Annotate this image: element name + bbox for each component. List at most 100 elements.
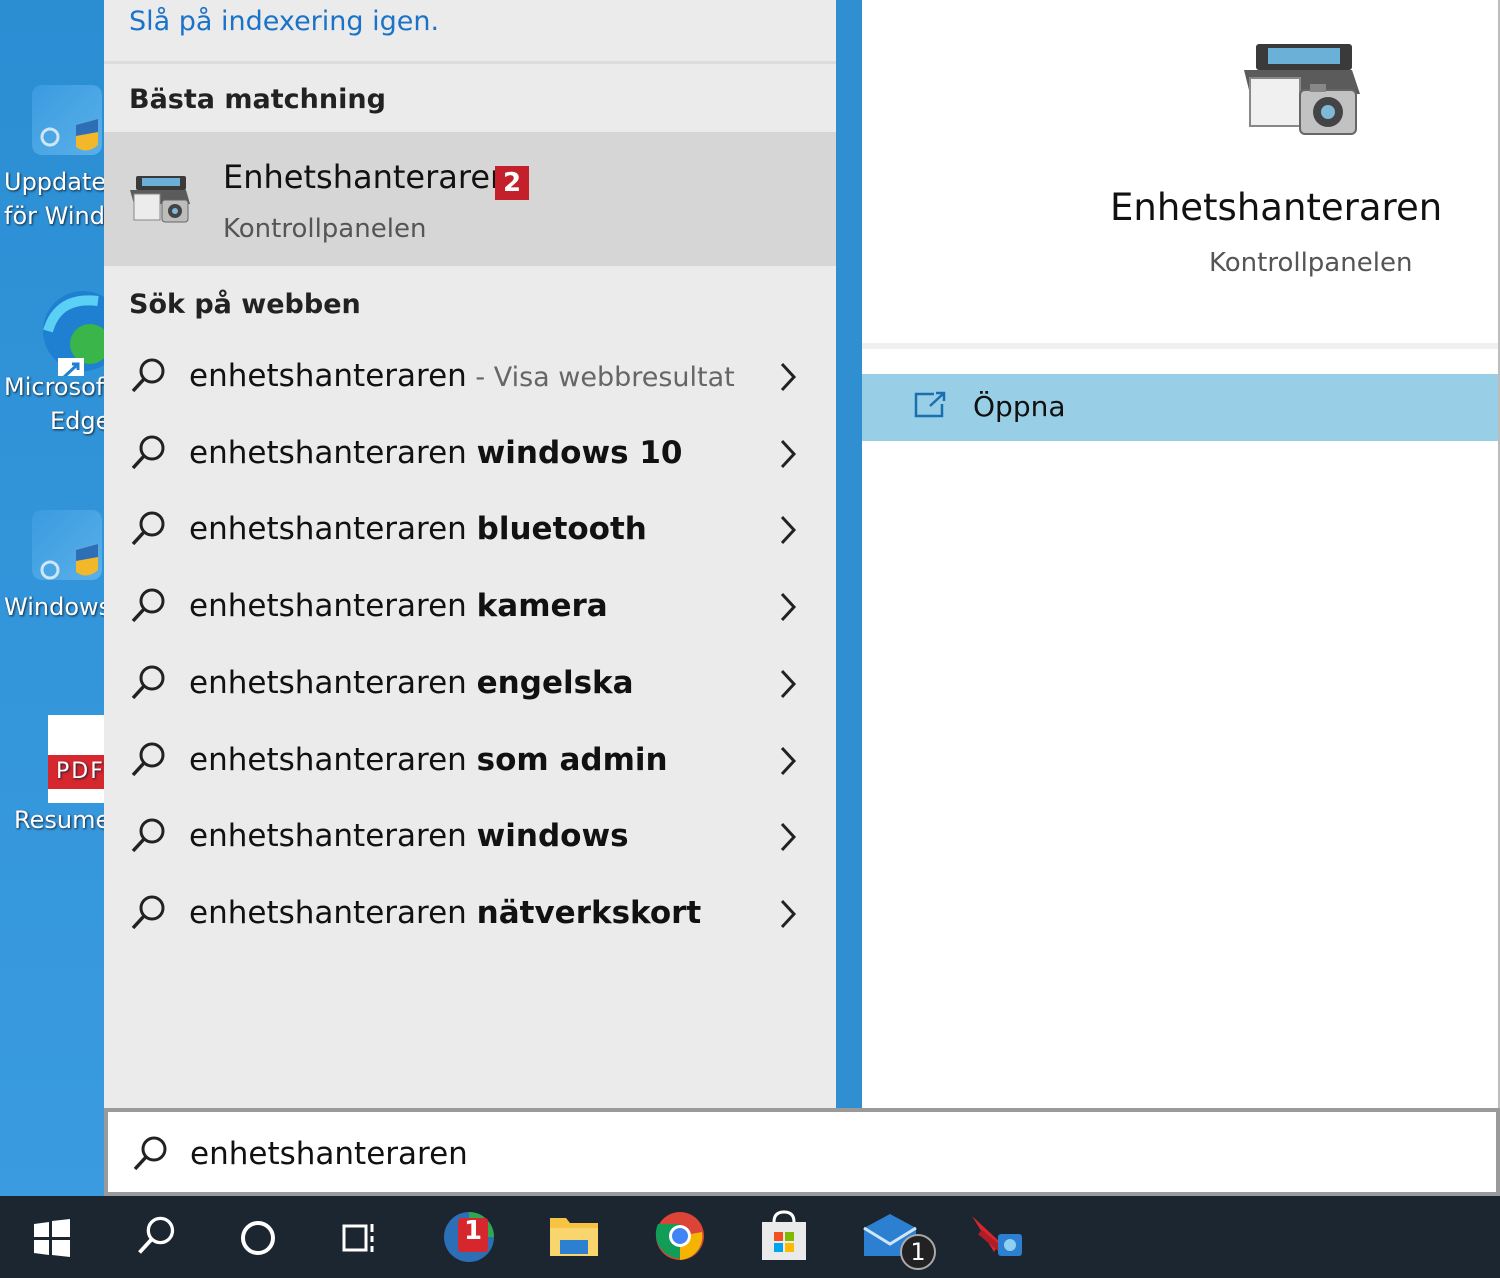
web-result-prefix: enhetshanteraren (189, 664, 477, 701)
chevron-right-icon (776, 437, 800, 475)
divider (862, 343, 1500, 349)
desktop-icon-label: Edge (50, 407, 104, 435)
folder-icon (550, 1218, 598, 1256)
web-result-item[interactable]: enhetshanteraren windows (104, 800, 836, 874)
enable-indexing-link[interactable]: Slå på indexering igen. (129, 6, 439, 37)
web-result-suggestion: nätverkskort (476, 894, 702, 931)
web-result-prefix: enhetshanteraren (189, 358, 467, 394)
web-result-item[interactable]: enhetshanteraren windows 10 (104, 417, 836, 491)
windows-logo-icon (34, 1219, 70, 1257)
edge-icon (32, 290, 104, 384)
web-result-text: enhetshanteraren windows (189, 818, 629, 854)
preview-subtitle: Kontrollpanelen (1209, 248, 1413, 278)
open-action-button[interactable]: Öppna (862, 374, 1500, 441)
web-search-heading: Sök på webben (129, 289, 361, 320)
web-result-hint: - Visa webbresultat (466, 362, 735, 393)
web-result-item[interactable]: enhetshanteraren kamera (104, 570, 836, 644)
snipping-tool-button[interactable] (970, 1212, 1026, 1268)
web-result-item[interactable]: enhetshanteraren nätverkskort (104, 877, 836, 951)
notification-badge: 1 (464, 1216, 483, 1246)
search-icon (128, 893, 168, 937)
taskbar-search-button[interactable] (134, 1214, 178, 1262)
search-icon (130, 1134, 170, 1178)
snipping-tool-icon (972, 1216, 1022, 1256)
search-input-value: enhetshanteraren (190, 1136, 468, 1172)
open-external-icon (912, 390, 948, 424)
open-action-label: Öppna (973, 390, 1066, 423)
best-match-heading: Bästa matchning (129, 84, 386, 115)
chevron-right-icon (776, 744, 800, 782)
web-result-text: enhetshanteraren windows 10 (189, 435, 683, 471)
divider (104, 61, 836, 64)
device-manager-icon (128, 170, 194, 230)
search-icon (128, 509, 168, 553)
web-result-prefix: enhetshanteraren (189, 588, 477, 625)
web-result-prefix: enhetshanteraren (189, 434, 477, 471)
desktop-icon-resume[interactable]: PDF Resume (4, 715, 104, 837)
desktop-icon-windows-update[interactable]: Uppdatera för Windows (4, 85, 104, 233)
step-badge: 2 (495, 166, 529, 200)
cortana-icon (241, 1221, 275, 1255)
chevron-right-icon (776, 360, 800, 398)
desktop-strip: Uppdatera för Windows Microsoft Edge Win… (0, 0, 104, 1196)
web-result-suggestion: engelska (476, 664, 634, 701)
best-match-name: Enhetshanteraren (223, 158, 511, 196)
mail-button[interactable]: 1 (862, 1212, 936, 1270)
web-result-item[interactable]: enhetshanteraren - Visa webbresultat (104, 340, 836, 414)
store-icon (762, 1210, 806, 1260)
file-explorer-button[interactable] (548, 1212, 600, 1264)
chevron-right-icon (776, 513, 800, 551)
desktop-icon-windows[interactable]: Windows (4, 510, 104, 624)
task-view-button[interactable] (340, 1218, 380, 1262)
chevron-right-icon (776, 897, 800, 935)
store-button[interactable] (758, 1210, 810, 1266)
pdf-file-icon: PDF (48, 715, 104, 803)
web-result-prefix: enhetshanteraren (189, 741, 477, 778)
best-match-subtitle: Kontrollpanelen (223, 214, 427, 244)
best-match-item[interactable]: Enhetshanteraren 2 Kontrollpanelen (104, 132, 836, 266)
search-icon (128, 740, 168, 784)
web-result-text: enhetshanteraren - Visa webbresultat (189, 358, 735, 394)
device-manager-icon (1240, 36, 1364, 144)
desktop-icon-edge[interactable]: Microsoft Edge (4, 290, 104, 438)
web-result-text: enhetshanteraren nätverkskort (189, 895, 701, 931)
web-result-text: enhetshanteraren kamera (189, 588, 608, 624)
chevron-right-icon (776, 590, 800, 628)
desktop-icon-label: för Windows (4, 202, 104, 230)
web-result-prefix: enhetshanteraren (189, 511, 477, 548)
web-result-text: enhetshanteraren som admin (189, 742, 668, 778)
web-result-item[interactable]: enhetshanteraren bluetooth (104, 493, 836, 567)
shield-icon (32, 510, 102, 580)
task-view-icon (342, 1224, 374, 1252)
web-result-text: enhetshanteraren engelska (189, 665, 634, 701)
shield-icon (32, 85, 102, 155)
search-input[interactable]: enhetshanteraren (104, 1108, 1500, 1196)
search-icon (128, 356, 168, 400)
web-result-suggestion: bluetooth (476, 511, 647, 548)
chrome-button[interactable] (654, 1210, 706, 1266)
notification-badge: 1 (900, 1234, 936, 1270)
preview-header: Enhetshanteraren Kontrollpanelen (862, 0, 1500, 345)
web-result-suggestion: som admin (476, 741, 668, 778)
preview-title: Enhetshanteraren (1110, 186, 1443, 229)
chevron-right-icon (776, 820, 800, 858)
chrome-icon (655, 1212, 704, 1260)
search-icon (138, 1216, 175, 1254)
search-results-panel: Slå på indexering igen. Bästa matchning … (104, 0, 836, 1108)
web-result-item[interactable]: enhetshanteraren som admin (104, 724, 836, 798)
web-result-prefix: enhetshanteraren (189, 818, 477, 855)
web-result-suggestion: windows (476, 818, 629, 855)
preview-panel: Enhetshanteraren Kontrollpanelen Öppna (862, 0, 1500, 1108)
desktop-icon-label: Resume (14, 806, 104, 834)
cortana-button[interactable] (238, 1218, 278, 1262)
chevron-right-icon (776, 667, 800, 705)
taskbar: 1 1 (0, 1196, 1500, 1278)
desktop-icon-label: Windows (4, 593, 104, 621)
search-icon (128, 433, 168, 477)
desktop-icon-label: Uppdatera (4, 168, 104, 196)
start-button[interactable] (32, 1218, 72, 1262)
taskbar-app-red-button[interactable]: 1 (442, 1210, 496, 1268)
web-result-prefix: enhetshanteraren (189, 894, 477, 931)
search-icon (128, 663, 168, 707)
web-result-item[interactable]: enhetshanteraren engelska (104, 647, 836, 721)
